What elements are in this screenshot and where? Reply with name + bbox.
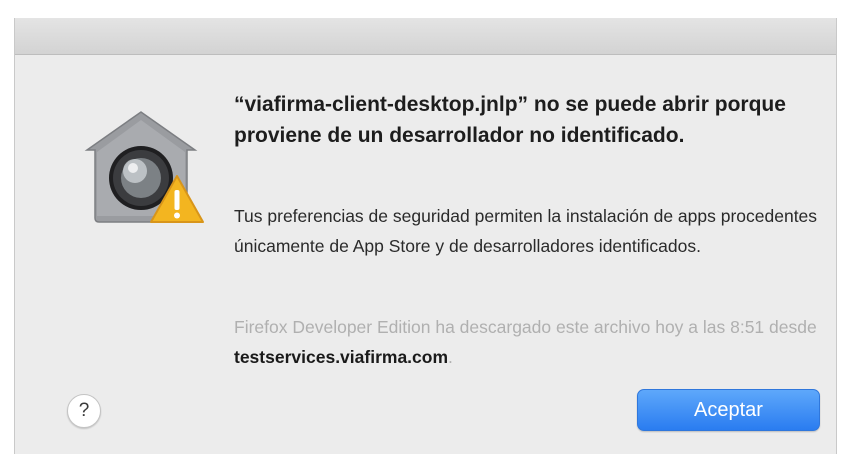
help-button[interactable]: ? [67,394,101,428]
dialog-titlebar[interactable] [15,18,836,55]
security-dialog: “viafirma-client-desktop.jnlp” no se pue… [14,18,837,454]
dialog-message: Tus preferencias de seguridad permiten l… [234,206,818,256]
download-source-domain: testservices.viafirma.com [234,347,449,367]
accept-button[interactable]: Aceptar [637,389,820,431]
gatekeeper-warning-icon [73,98,209,234]
download-source-prefix: Firefox Developer Edition ha descargado … [234,317,817,337]
dialog-title: “viafirma-client-desktop.jnlp” no se pue… [234,93,786,147]
download-source-text: Firefox Developer Edition ha descargado … [234,312,824,372]
download-source-suffix: . [448,347,453,367]
